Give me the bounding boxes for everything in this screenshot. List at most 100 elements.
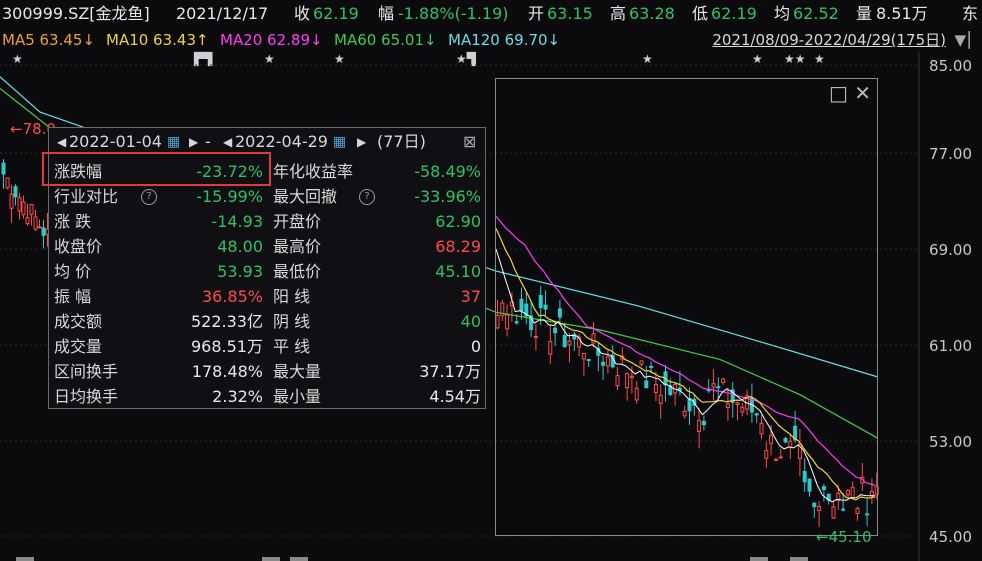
axis-label-45: 45.00 (929, 528, 972, 546)
stats-row: 成交量 968.51万平 线 0 (49, 335, 487, 359)
calendar-icon[interactable]: ▦ (333, 128, 346, 156)
vol-value: 8.51万 (876, 4, 928, 23)
date-tick (262, 557, 280, 561)
maximize-icon[interactable]: □ (829, 81, 848, 105)
interval-stats-panel: ◀ 2022-01-04 ▦ ▶ - ◀ 2022-04-29 ▦ ▶ (77日… (42, 127, 487, 409)
stat-label: 区间换手 (54, 362, 119, 381)
candle-body (13, 186, 18, 198)
stat-label: 涨 跌 (54, 212, 92, 231)
stat-value: -14.93 (211, 212, 263, 231)
avg-value: 62.52 (793, 4, 839, 23)
stat-label: 阴 线 (273, 312, 311, 331)
date-tick (750, 557, 768, 561)
change-value: -1.88%(-1.19) (398, 4, 509, 23)
close-icon[interactable]: ✕ (854, 81, 871, 105)
ma120-legend[interactable]: MA120 69.70↓ (448, 28, 560, 52)
stat-label: 成交额 (54, 312, 103, 331)
stats-row: 涨跌幅 -23.72% 年化收益率 -58.49% (49, 160, 487, 184)
high-label: 高 (610, 4, 627, 23)
stat-value: -23.72% (196, 162, 263, 181)
ma60-legend[interactable]: MA60 65.01↓ (334, 28, 437, 52)
stat-label: 成交量 (54, 337, 103, 356)
stat-label: 日均换手 (54, 387, 119, 406)
stats-row: 均 价 53.93 最低价 45.10 (49, 260, 487, 284)
stat-value: 45.10 (435, 262, 481, 281)
stats-row: 行业对比 -15.99% 最大回撤 -33.96%?? (49, 185, 487, 209)
help-icon[interactable]: ? (141, 189, 157, 205)
stat-value: 62.90 (435, 212, 481, 231)
stat-label: 最大回撤 (273, 187, 338, 206)
vol-label: 量 (856, 4, 873, 23)
stat-value: -58.49% (414, 162, 481, 181)
date-tick (290, 557, 308, 561)
stats-row: 振 幅 36.85% 阳 线 37 (49, 285, 487, 309)
day-count: (77日) (377, 132, 426, 151)
stat-value: 36.85% (201, 287, 263, 306)
date-tick (16, 557, 34, 561)
vertical-bar-icon: ▏ (968, 31, 980, 49)
candle-body (37, 226, 42, 229)
help-icon[interactable]: ? (359, 189, 375, 205)
stat-value: 37 (460, 287, 481, 306)
axis-label-61: 61.00 (929, 337, 972, 355)
stat-value: 178.48% (191, 362, 263, 381)
ma10-legend[interactable]: MA10 63.43↑ (106, 28, 209, 52)
high-value: 63.28 (629, 4, 675, 23)
change-label: 幅 (378, 4, 395, 23)
stat-value: 40 (460, 312, 481, 331)
open-value: 63.15 (547, 4, 593, 23)
candle-body (17, 197, 22, 212)
stat-label: 最大量 (273, 362, 322, 381)
date-tick (790, 557, 808, 561)
stat-label: 收盘价 (54, 237, 103, 256)
candle-body (41, 227, 46, 236)
axis-label-69: 69.00 (929, 241, 972, 259)
stats-row: 日均换手 2.32% 最小量 4.54万 (49, 385, 487, 409)
stat-label: 年化收益率 (273, 162, 354, 181)
ma20-legend[interactable]: MA20 62.89↓ (220, 28, 323, 52)
low-label: 低 (692, 4, 709, 23)
stat-value: -15.99% (196, 187, 263, 206)
triangle-down-icon[interactable]: ▼ (954, 28, 966, 52)
stat-value: 968.51万 (191, 337, 263, 356)
stats-row: 收盘价 48.00 最高价 68.29 (49, 235, 487, 259)
stat-value: 4.54万 (429, 387, 481, 406)
quote-date: 2021/12/17 (176, 4, 269, 23)
ma5-legend[interactable]: MA5 63.45↓ (2, 28, 95, 52)
stat-label: 振 幅 (54, 287, 92, 306)
stat-value: -33.96% (414, 187, 481, 206)
header-tail: 东 (962, 4, 979, 23)
open-label: 开 (528, 4, 545, 23)
axis-label-77: 77.00 (929, 145, 972, 163)
stock-code[interactable]: 300999.SZ[金龙鱼] (2, 0, 150, 28)
close-value: 62.19 (313, 4, 359, 23)
stat-value: 68.29 (435, 237, 481, 256)
range-selection-box[interactable]: □ ✕ (495, 78, 878, 536)
stat-label: 涨跌幅 (54, 162, 103, 181)
min-price-marker: ←45.10 (816, 528, 872, 546)
stats-row: 涨 跌 -14.93 开盘价 62.90 (49, 210, 487, 234)
next-end-icon[interactable]: ▶ (357, 128, 366, 156)
stat-label: 平 线 (273, 337, 311, 356)
bottom-ticks (16, 557, 808, 561)
date-range-selector[interactable]: 2021/08/09-2022/04/29(175日) (712, 28, 946, 52)
low-value: 62.19 (711, 4, 757, 23)
candle-body (21, 201, 26, 216)
stat-label: 最低价 (273, 262, 322, 281)
stat-value: 53.93 (217, 262, 263, 281)
stats-row: 区间换手 178.48% 最大量 37.17万 (49, 360, 487, 384)
stat-label: 最高价 (273, 237, 322, 256)
stat-label: 最小量 (273, 387, 322, 406)
stat-label: 开盘价 (273, 212, 322, 231)
axis-label-53: 53.00 (929, 433, 972, 451)
stat-label: 行业对比 (54, 187, 119, 206)
stat-label: 阳 线 (273, 287, 311, 306)
stat-value: 48.00 (217, 237, 263, 256)
candle-body (5, 177, 10, 189)
stat-value: 522.33亿 (191, 312, 263, 331)
stat-value: 0 (470, 337, 481, 356)
avg-label: 均 (774, 4, 791, 23)
close-label: 收 (294, 4, 311, 23)
candle-body (25, 217, 30, 225)
close-icon[interactable]: ⊠ (463, 128, 476, 156)
